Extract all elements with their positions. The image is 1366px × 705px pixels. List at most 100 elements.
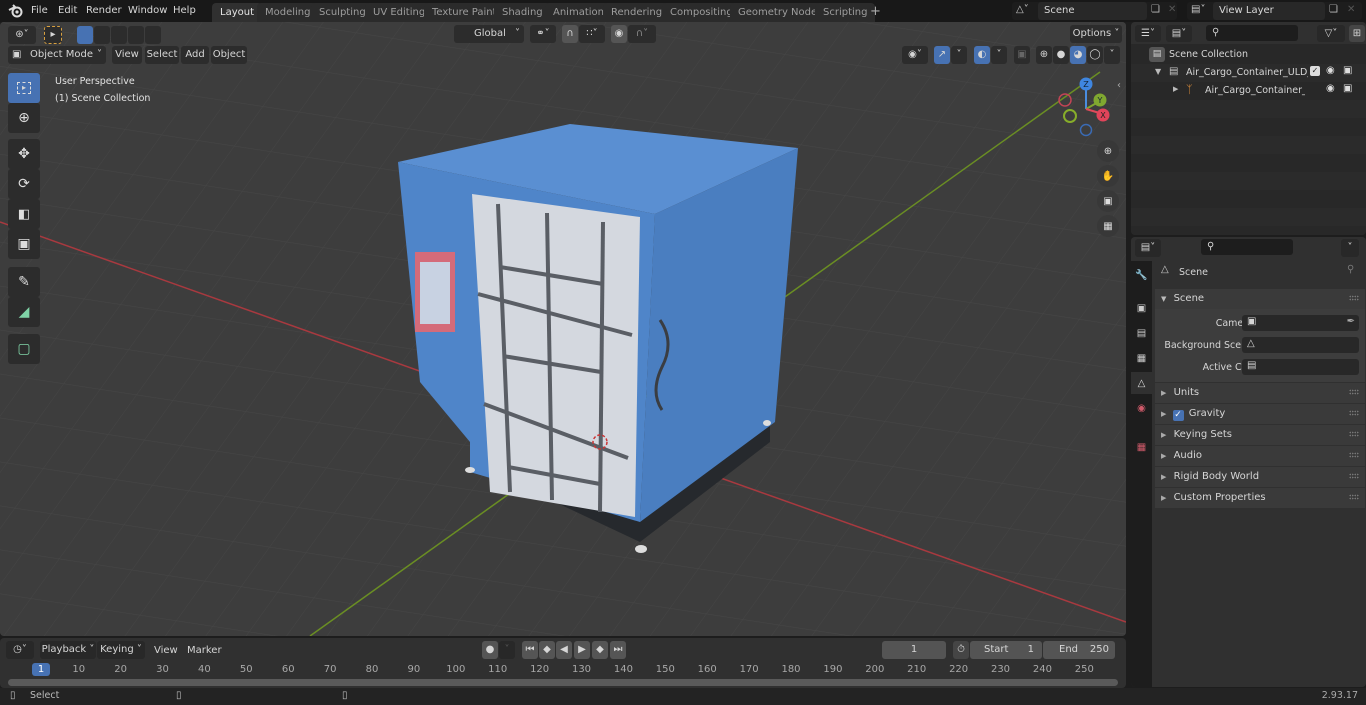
tab-view-layer[interactable]: ▦: [1131, 347, 1152, 369]
drag-grip-icon[interactable]: [1349, 410, 1359, 416]
eye-visibility-icon[interactable]: ◉: [1326, 65, 1335, 76]
editor-type-button[interactable]: ⊛˅: [8, 26, 36, 44]
overlays-toggle[interactable]: ◐: [974, 46, 990, 64]
outliner-row-scene-collection[interactable]: ▤ Scene Collection: [1131, 46, 1366, 64]
properties-editor-type-button[interactable]: ▤˅: [1135, 239, 1161, 257]
tool-move[interactable]: ✥: [8, 139, 40, 169]
delete-scene-icon[interactable]: ✕: [1168, 4, 1176, 15]
add-menu[interactable]: Add: [181, 46, 209, 64]
gizmo-dropdown[interactable]: ˅: [951, 46, 967, 64]
drag-grip-icon[interactable]: [1349, 473, 1359, 479]
panel-gravity-header[interactable]: ▶ ✓ Gravity: [1155, 404, 1365, 424]
tool-select-box[interactable]: ▸: [8, 73, 40, 103]
pivot-point-dropdown[interactable]: ⚭˅: [530, 25, 556, 43]
gizmo-toggle[interactable]: ↗: [934, 46, 950, 64]
tool-scale[interactable]: ◧: [8, 199, 40, 229]
camera-view-button[interactable]: ▣: [1097, 190, 1119, 212]
tab-compositing[interactable]: Compositing: [662, 3, 741, 22]
xray-toggle[interactable]: ▣: [1014, 46, 1030, 64]
keying-menu[interactable]: Keying ˅: [97, 641, 145, 659]
timeline-scrollbar[interactable]: [8, 679, 1118, 686]
menu-render[interactable]: Render: [86, 0, 122, 22]
pan-view-button[interactable]: ✋: [1097, 165, 1119, 187]
options-dropdown[interactable]: Options ˅: [1070, 25, 1122, 43]
outliner-search-input[interactable]: ⚲: [1206, 25, 1298, 41]
menu-edit[interactable]: Edit: [58, 0, 77, 22]
next-keyframe-button[interactable]: ◆: [592, 641, 608, 659]
view-layer-icon[interactable]: ▤˅: [1191, 4, 1205, 15]
end-frame-field[interactable]: End 250: [1043, 641, 1115, 659]
select-mode-intersect-button[interactable]: [145, 26, 161, 44]
tab-texture-paint[interactable]: Texture Paint: [424, 3, 505, 22]
background-scene-field[interactable]: △: [1242, 337, 1359, 353]
drag-grip-icon[interactable]: [1349, 494, 1359, 500]
3d-viewport[interactable]: ⊛˅ ▸ Global ˅ ⚭˅ ∩ ∷˅ ◉ ∩˅ Options ˅ ▣ Obj…: [0, 22, 1126, 636]
overlays-dropdown[interactable]: ˅: [991, 46, 1007, 64]
pin-icon[interactable]: ⚲: [1347, 264, 1354, 275]
navigation-gizmo[interactable]: Z Y X: [1055, 74, 1125, 139]
outliner-editor-type-button[interactable]: ☰˅: [1135, 25, 1161, 42]
proportional-falloff-dropdown[interactable]: ∩˅: [628, 25, 656, 43]
keying-set-dropdown[interactable]: ˅: [499, 641, 515, 659]
prev-keyframe-button[interactable]: ◆: [539, 641, 555, 659]
render-camera-icon[interactable]: ▣: [1343, 83, 1352, 94]
render-camera-icon[interactable]: ▣: [1343, 65, 1352, 76]
panel-units-header[interactable]: ▶ Units: [1155, 383, 1365, 403]
new-view-layer-icon[interactable]: ❏: [1329, 4, 1338, 15]
jump-to-start-button[interactable]: ⏮: [522, 641, 538, 659]
select-menu[interactable]: Select: [145, 46, 179, 64]
properties-options-dropdown[interactable]: ˅: [1341, 239, 1359, 257]
zoom-view-button[interactable]: ⊕: [1097, 140, 1119, 162]
sidebar-toggle-arrow-icon[interactable]: ‹: [1117, 80, 1121, 91]
tab-scene[interactable]: △: [1131, 372, 1152, 394]
select-mode-subtract-button[interactable]: [111, 26, 127, 44]
frame-ruler[interactable]: 10 20 30 40 50 60 70 80 90 100 110 120 130 140 150 160 1…: [0, 663, 1126, 688]
tool-measure[interactable]: ◢: [8, 297, 40, 327]
tab-tool[interactable]: 🔧: [1131, 264, 1152, 286]
expand-arrow-right-icon[interactable]: ▶: [1173, 85, 1178, 93]
tab-output[interactable]: ▤: [1131, 322, 1152, 344]
new-collection-button[interactable]: ⊞: [1349, 25, 1365, 42]
shading-wireframe-button[interactable]: ⊕: [1036, 46, 1052, 64]
auto-keying-toggle[interactable]: ●: [482, 641, 498, 659]
visibility-dropdown[interactable]: ◉˅: [902, 46, 928, 64]
collection-name[interactable]: Air_Cargo_Container_ULD_LD: [1186, 67, 1308, 78]
filter-dropdown[interactable]: ▽˅: [1317, 25, 1345, 42]
jump-to-end-button[interactable]: ⏭: [610, 641, 626, 659]
object-name[interactable]: Air_Cargo_Container_ULI: [1205, 85, 1305, 96]
preview-range-toggle[interactable]: ⏱: [953, 641, 969, 659]
active-clip-field[interactable]: ▤: [1242, 359, 1359, 375]
tab-scripting[interactable]: Scripting: [815, 3, 876, 22]
camera-field[interactable]: ▣ ✒: [1242, 315, 1359, 331]
view-layer-name-input[interactable]: View Layer: [1213, 2, 1325, 20]
blender-logo-icon[interactable]: [8, 4, 24, 18]
panel-audio-header[interactable]: ▶ Audio: [1155, 446, 1365, 466]
shading-material-button[interactable]: ◕: [1070, 46, 1086, 64]
object-menu[interactable]: Object: [211, 46, 247, 64]
tool-annotate[interactable]: ✎: [8, 267, 40, 297]
start-frame-field[interactable]: Start 1: [970, 641, 1042, 659]
play-button[interactable]: ▶: [574, 641, 590, 659]
tool-cursor[interactable]: ⊕: [8, 103, 40, 133]
timeline-view-menu[interactable]: View: [154, 645, 178, 656]
menu-help[interactable]: Help: [173, 0, 196, 22]
outliner-row-collection[interactable]: ▼ ▤ Air_Cargo_Container_ULD_LD ✓ ◉ ▣: [1131, 64, 1366, 82]
play-reverse-button[interactable]: ◀: [556, 641, 572, 659]
panel-scene-header[interactable]: ▼ Scene: [1155, 289, 1365, 309]
shading-rendered-button[interactable]: ◯: [1087, 46, 1103, 64]
tab-shading[interactable]: Shading: [494, 3, 551, 22]
properties-search-input[interactable]: ⚲: [1201, 239, 1293, 255]
tab-rendering[interactable]: Rendering: [603, 3, 671, 22]
new-scene-icon[interactable]: ❏: [1151, 4, 1160, 15]
exclude-checkbox[interactable]: ✓: [1310, 66, 1320, 76]
shading-solid-button[interactable]: ●: [1053, 46, 1069, 64]
menu-window[interactable]: Window: [128, 0, 167, 22]
shading-dropdown[interactable]: ˅: [1104, 46, 1120, 64]
snap-target-dropdown[interactable]: ∷˅: [579, 25, 605, 43]
panel-keying-sets-header[interactable]: ▶ Keying Sets: [1155, 425, 1365, 445]
tool-rotate[interactable]: ⟳: [8, 169, 40, 199]
menu-file[interactable]: File: [31, 0, 48, 22]
tool-transform[interactable]: ▣: [8, 229, 40, 259]
marker-menu[interactable]: Marker: [187, 645, 222, 656]
tab-layout[interactable]: Layout: [212, 3, 262, 22]
